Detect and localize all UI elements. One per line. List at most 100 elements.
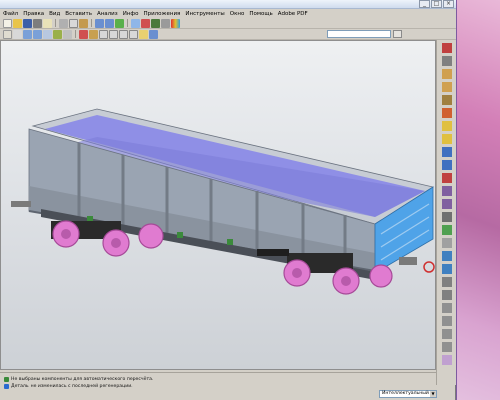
- graphics-viewport[interactable]: [0, 40, 436, 370]
- copy-icon[interactable]: [69, 18, 78, 28]
- status-bar: Не выбраны компоненты для автоматическог…: [0, 372, 436, 400]
- cut-icon[interactable]: [59, 18, 68, 28]
- rib-icon[interactable]: [441, 212, 452, 222]
- menu-adobe-pdf[interactable]: Adobe PDF: [278, 11, 308, 17]
- wheel-hub: [341, 276, 351, 286]
- search-input[interactable]: [327, 30, 391, 38]
- menu-insert[interactable]: Вставить: [65, 11, 92, 17]
- toolbar-separator: [127, 19, 128, 27]
- status-label-2: Деталь: [11, 384, 29, 389]
- title-bar[interactable]: _ □ ×: [0, 0, 456, 9]
- datum-plane-icon[interactable]: [441, 69, 452, 79]
- revolve-icon[interactable]: [441, 134, 452, 144]
- minimize-button[interactable]: _: [419, 0, 430, 8]
- thicken-icon[interactable]: [441, 316, 452, 326]
- status-message-1: Не выбраны компоненты для автоматическог…: [4, 377, 153, 382]
- orient-icon[interactable]: [3, 29, 12, 39]
- menu-edit[interactable]: Правка: [23, 11, 44, 17]
- zoom-in-icon[interactable]: [23, 29, 32, 39]
- print-icon[interactable]: [33, 18, 42, 28]
- csys-icon[interactable]: [441, 108, 452, 118]
- info-icon: [4, 377, 9, 382]
- draft-icon[interactable]: [441, 225, 452, 235]
- datum-axis-icon[interactable]: [441, 82, 452, 92]
- style-icon[interactable]: [441, 355, 452, 365]
- menu-help[interactable]: Помощь: [249, 11, 272, 17]
- menu-info[interactable]: Инфо: [123, 11, 139, 17]
- toolbar-separator: [91, 19, 92, 27]
- redo-icon[interactable]: [105, 18, 114, 28]
- shell-icon[interactable]: [441, 238, 452, 248]
- status-text-1: Не выбраны компоненты для автоматическог…: [11, 377, 154, 382]
- window-icon[interactable]: [131, 18, 140, 28]
- application-window: _ □ × Файл Правка Вид Вставить Анализ Ин…: [0, 0, 456, 400]
- paste-icon[interactable]: [79, 18, 88, 28]
- mirror-icon[interactable]: [441, 264, 452, 274]
- selection-filter-value: Интеллектуальный: [382, 391, 429, 396]
- menu-bar: Файл Правка Вид Вставить Анализ Инфо При…: [0, 9, 456, 18]
- saved-views-icon[interactable]: [63, 29, 72, 39]
- zoom-out-icon[interactable]: [33, 29, 42, 39]
- csys-display-icon[interactable]: [129, 29, 138, 39]
- layers-icon[interactable]: [161, 18, 170, 28]
- status-message-2: Деталь не изменилась с последней регенер…: [4, 384, 133, 389]
- toolbar-separator: [75, 30, 76, 38]
- axis-display-icon[interactable]: [109, 29, 118, 39]
- plane-display-icon[interactable]: [99, 29, 108, 39]
- menu-window[interactable]: Окно: [230, 11, 245, 17]
- line-icon[interactable]: [441, 56, 452, 66]
- regenerate-icon[interactable]: [115, 18, 124, 28]
- sketch-icon[interactable]: [441, 43, 452, 53]
- wheel: [369, 264, 393, 288]
- save-icon[interactable]: [23, 18, 32, 28]
- new-file-icon[interactable]: [3, 18, 12, 28]
- menu-analysis[interactable]: Анализ: [97, 11, 118, 17]
- reorient-icon[interactable]: [53, 29, 62, 39]
- round-icon[interactable]: [441, 186, 452, 196]
- display-style-icon[interactable]: [89, 29, 98, 39]
- wheel: [138, 223, 164, 249]
- status-text-2: не изменилась с последней регенерации.: [30, 384, 133, 389]
- repaint-icon[interactable]: [13, 29, 22, 39]
- search-button[interactable]: [393, 30, 402, 38]
- chevron-down-icon[interactable]: ▼: [430, 391, 436, 397]
- pattern-icon[interactable]: [441, 251, 452, 261]
- sweep-icon[interactable]: [441, 147, 452, 157]
- wheel-hub: [61, 229, 71, 239]
- merge-icon[interactable]: [441, 277, 452, 287]
- menu-view[interactable]: Вид: [49, 11, 60, 17]
- desktop-background: [455, 0, 500, 400]
- open-folder-icon[interactable]: [13, 18, 22, 28]
- wrap-icon[interactable]: [441, 342, 452, 352]
- toolbar-separator: [55, 19, 56, 27]
- point-display-icon[interactable]: [119, 29, 128, 39]
- refit-icon[interactable]: [43, 29, 52, 39]
- hole-icon[interactable]: [441, 173, 452, 183]
- menu-tools[interactable]: Инструменты: [185, 11, 224, 17]
- model-tree-icon[interactable]: [151, 18, 160, 28]
- maximize-button[interactable]: □: [431, 0, 442, 8]
- annotation-icon[interactable]: [139, 29, 148, 39]
- selection-filter-dropdown[interactable]: Интеллектуальный ▼: [379, 390, 437, 398]
- chamfer-icon[interactable]: [441, 199, 452, 209]
- wheel-hub: [292, 268, 302, 278]
- close-button[interactable]: ×: [443, 0, 454, 8]
- coupler-beam: [257, 249, 289, 256]
- close-window-icon[interactable]: [141, 18, 150, 28]
- undo-icon[interactable]: [95, 18, 104, 28]
- railcar-model: [11, 108, 435, 295]
- menu-file[interactable]: Файл: [3, 11, 18, 17]
- blend-icon[interactable]: [441, 160, 452, 170]
- spin-center-icon[interactable]: [79, 29, 88, 39]
- extrude-icon[interactable]: [441, 121, 452, 131]
- solidify-icon[interactable]: [441, 329, 452, 339]
- handbrake-wheel: [423, 261, 435, 273]
- trim-icon[interactable]: [441, 290, 452, 300]
- email-icon[interactable]: [43, 18, 52, 28]
- feature-toolbar: [436, 40, 456, 385]
- menu-applications[interactable]: Приложения: [143, 11, 180, 17]
- datum-point-icon[interactable]: [441, 95, 452, 105]
- help-icon[interactable]: [149, 29, 158, 39]
- offset-icon[interactable]: [441, 303, 452, 313]
- colors-icon[interactable]: [171, 18, 180, 28]
